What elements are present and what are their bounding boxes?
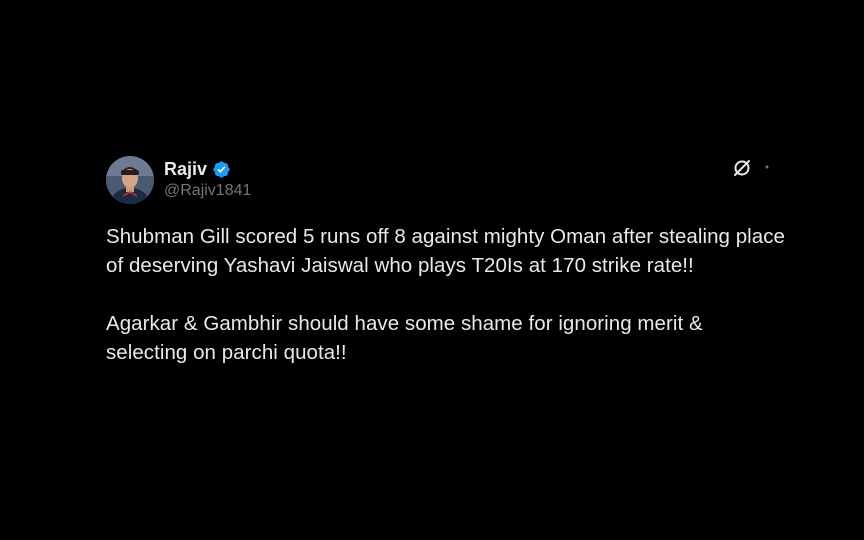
tweet-text: Shubman Gill scored 5 runs off 8 against… bbox=[106, 222, 786, 367]
tweet-card: Rajiv @Rajiv1841 Shubman Gill scored 5 r… bbox=[106, 154, 786, 367]
verified-badge-icon bbox=[212, 160, 231, 179]
handle[interactable]: @Rajiv1841 bbox=[164, 182, 251, 200]
tweet-header: Rajiv @Rajiv1841 bbox=[106, 154, 786, 206]
tweet-paragraph: Agarkar & Gambhir should have some shame… bbox=[106, 312, 703, 364]
more-icon[interactable] bbox=[762, 160, 772, 174]
tweet-paragraph: Shubman Gill scored 5 runs off 8 against… bbox=[106, 225, 785, 277]
grok-icon[interactable] bbox=[732, 158, 752, 178]
display-name[interactable]: Rajiv bbox=[164, 159, 207, 180]
avatar-image bbox=[106, 156, 154, 204]
name-row: Rajiv bbox=[164, 158, 251, 180]
avatar[interactable] bbox=[106, 156, 154, 204]
author-info: Rajiv @Rajiv1841 bbox=[164, 158, 251, 200]
